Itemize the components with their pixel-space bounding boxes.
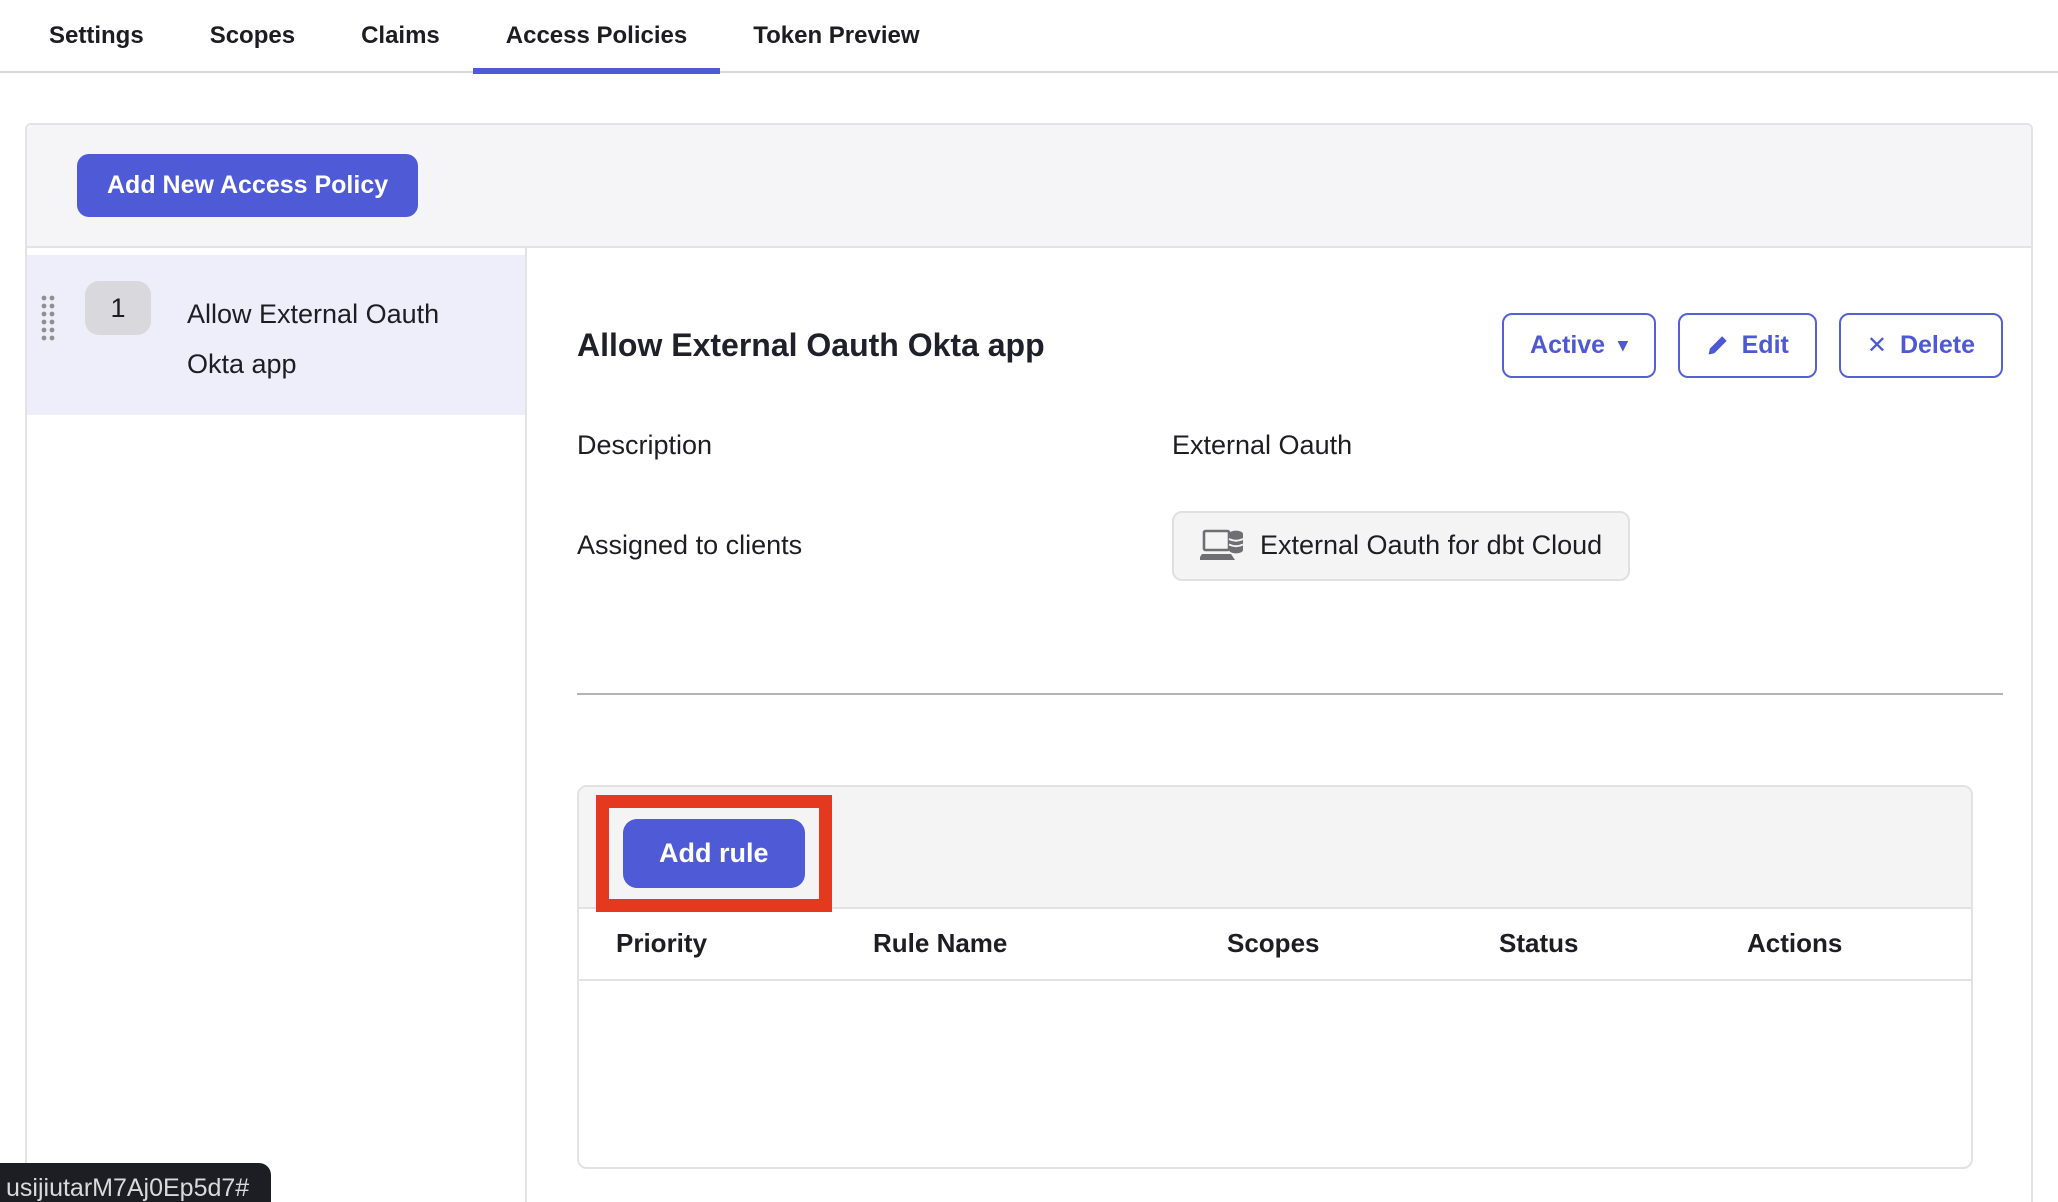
panel-body: 1 Allow External Oauth Okta app Allow Ex… <box>27 248 2031 1202</box>
rules-toolbar: Add rule <box>579 787 1971 909</box>
policy-detail-header: Allow External Oauth Okta app Active ▾ <box>577 306 2003 386</box>
rules-panel: Add rule Priority Rule Name Scopes Statu… <box>577 785 1973 1169</box>
pencil-icon <box>1706 334 1729 357</box>
client-chip[interactable]: External Oauth for dbt Cloud <box>1172 511 1630 581</box>
laptop-database-icon <box>1200 528 1244 564</box>
delete-button-label: Delete <box>1900 331 1975 360</box>
panel-toolbar: Add New Access Policy <box>27 125 2031 248</box>
add-rule-button[interactable]: Add rule <box>623 819 805 888</box>
drag-handle-icon[interactable] <box>41 295 63 341</box>
add-new-access-policy-button[interactable]: Add New Access Policy <box>77 154 418 217</box>
screen: Settings Scopes Claims Access Policies T… <box>0 0 2058 1202</box>
delete-button[interactable]: ✕ Delete <box>1839 313 2003 378</box>
description-label: Description <box>577 430 1172 461</box>
close-icon: ✕ <box>1867 334 1887 358</box>
rules-table-body <box>579 981 1971 1167</box>
tab-scopes[interactable]: Scopes <box>177 0 328 72</box>
chevron-down-icon: ▾ <box>1618 336 1628 355</box>
column-header-scopes: Scopes <box>1227 928 1499 959</box>
policy-list: 1 Allow External Oauth Okta app <box>27 248 527 1202</box>
status-dropdown-button[interactable]: Active ▾ <box>1502 313 1656 378</box>
section-divider <box>577 693 2003 695</box>
tab-access-policies[interactable]: Access Policies <box>473 0 720 72</box>
tab-token-preview[interactable]: Token Preview <box>720 0 952 72</box>
policy-list-item[interactable]: 1 Allow External Oauth Okta app <box>27 255 525 415</box>
description-row: Description External Oauth <box>577 430 2003 461</box>
column-header-rule-name: Rule Name <box>873 928 1227 959</box>
assigned-clients-label: Assigned to clients <box>577 530 1172 561</box>
policy-list-item-label: Allow External Oauth Okta app <box>187 289 477 389</box>
edit-button-label: Edit <box>1742 331 1789 360</box>
tab-claims[interactable]: Claims <box>328 0 473 72</box>
edit-button[interactable]: Edit <box>1678 313 1817 378</box>
policy-title: Allow External Oauth Okta app <box>577 327 1045 364</box>
column-header-priority: Priority <box>616 928 873 959</box>
policy-fields: Description External Oauth Assigned to c… <box>577 430 2003 581</box>
rules-table-header: Priority Rule Name Scopes Status Actions <box>579 909 1971 981</box>
highlight-annotation: Add rule <box>596 795 832 912</box>
tab-bar: Settings Scopes Claims Access Policies T… <box>0 0 2058 73</box>
assigned-clients-row: Assigned to clients <box>577 511 2003 581</box>
access-policies-panel: Add New Access Policy <box>25 123 2033 1202</box>
description-value: External Oauth <box>1172 430 2003 461</box>
client-chip-label: External Oauth for dbt Cloud <box>1260 530 1602 561</box>
status-dropdown-label: Active <box>1530 331 1605 360</box>
status-url-tooltip: usijiutarM7Aj0Ep5d7# <box>0 1163 271 1202</box>
tab-settings[interactable]: Settings <box>16 0 177 72</box>
policy-detail: Allow External Oauth Okta app Active ▾ <box>527 248 2031 1202</box>
column-header-status: Status <box>1499 928 1747 959</box>
column-header-actions: Actions <box>1747 928 1971 959</box>
policy-action-buttons: Active ▾ Edit ✕ <box>1502 313 2003 378</box>
policy-order-badge: 1 <box>85 281 151 335</box>
